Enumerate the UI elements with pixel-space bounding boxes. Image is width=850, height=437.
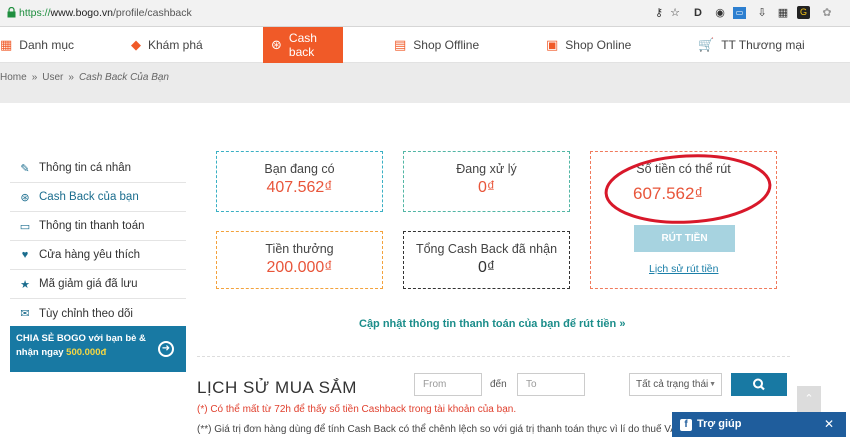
extension-download-icon[interactable]: ⇩ bbox=[754, 5, 770, 21]
sidebar-item-label: Thông tin cá nhân bbox=[39, 162, 132, 174]
help-label: Trợ giúp bbox=[697, 418, 742, 430]
withdrawable-value: 607.562₫ bbox=[633, 184, 704, 203]
scroll-top-button[interactable]: ⌃ bbox=[797, 386, 821, 412]
search-button[interactable] bbox=[731, 373, 787, 396]
arrow-right-icon: ➜ bbox=[158, 341, 174, 357]
bonus-value: 200.000₫ bbox=[266, 259, 333, 276]
sidebar-item-favorite-stores[interactable]: ♥ Cửa hàng yêu thích bbox=[10, 241, 186, 270]
url-text[interactable]: https://www.bogo.vn/profile/cashback bbox=[19, 7, 192, 19]
key-icon[interactable]: ⚷ bbox=[651, 5, 667, 21]
status-select[interactable]: Tất cả trạng thái ▼ bbox=[629, 373, 722, 396]
sidebar-item-label: Tùy chỉnh theo dõi bbox=[39, 307, 133, 320]
extension-cast-icon[interactable]: ▦ bbox=[775, 5, 791, 21]
mail-icon: ✉ bbox=[20, 308, 30, 320]
nav-cash-back[interactable]: ⊛ Cash back bbox=[263, 27, 343, 63]
processing-value: 0₫ bbox=[477, 179, 496, 196]
from-date-input[interactable]: From bbox=[414, 373, 482, 396]
sidebar-item-label: Mã giảm giá đã lưu bbox=[39, 278, 138, 290]
share-text-line1: CHIA SẺ BOGO với bạn bè & bbox=[16, 333, 146, 344]
browser-address-bar[interactable]: https://www.bogo.vn/profile/cashback ⚷ ☆… bbox=[0, 0, 850, 27]
nav-label: Shop Online bbox=[565, 38, 632, 52]
nav-label: TT Thương mại bbox=[721, 38, 805, 52]
status-select-value: Tất cả trạng thái bbox=[636, 379, 709, 390]
heart-icon: ♥ bbox=[21, 249, 29, 261]
processing-box: Đang xử lý 0₫ bbox=[403, 151, 570, 212]
extension-palette-icon[interactable]: ◉ bbox=[712, 5, 728, 21]
sidebar-item-cashback[interactable]: ⊛ Cash Back của bạn bbox=[10, 183, 186, 212]
nav-label: Khám phá bbox=[148, 38, 203, 52]
sidebar-item-label: Cash Back của bạn bbox=[39, 191, 139, 203]
help-widget[interactable]: f Trợ giúp ✕ bbox=[672, 412, 846, 437]
breadcrumb: Home» User» Cash Back Của Bạn bbox=[0, 72, 169, 83]
history-title: LỊCH SỬ MUA SẮM bbox=[197, 378, 357, 397]
history-note-1: (*) Có thể mất từ 72h để thấy số tiền Ca… bbox=[197, 404, 517, 415]
sidebar-item-label: Thông tin thanh toán bbox=[39, 220, 145, 232]
bag-icon: ▣ bbox=[546, 37, 559, 52]
balance-value: 407.562₫ bbox=[266, 179, 333, 196]
extension-d-icon[interactable]: D bbox=[690, 5, 706, 21]
nav-label: Shop Offline bbox=[413, 38, 480, 52]
to-label: đến bbox=[490, 379, 507, 390]
share-banner[interactable]: CHIA SẺ BOGO với bạn bè & nhận ngay 500.… bbox=[10, 326, 186, 372]
nav-label: Danh mục bbox=[19, 38, 74, 52]
balance-label: Bạn đang có bbox=[264, 162, 335, 176]
bookmark-star-icon[interactable]: ☆ bbox=[667, 5, 683, 21]
nav-shop-offline[interactable]: ▤ Shop Offline bbox=[394, 27, 479, 63]
main-nav: ▦ Danh mục ◆ Khám phá ⊛ Cash back ▤ Shop… bbox=[0, 27, 850, 63]
total-cashback-box: Tổng Cash Back đã nhận 0₫ bbox=[403, 231, 570, 289]
sidebar-item-payment-info[interactable]: ▭ Thông tin thanh toán bbox=[10, 212, 186, 241]
nav-label: Cash back bbox=[288, 31, 317, 59]
nav-tt-thuong-mai[interactable]: 🛒 TT Thương mại bbox=[698, 27, 805, 63]
sidebar-item-tracking[interactable]: ✉ Tùy chỉnh theo dõi bbox=[10, 299, 186, 328]
update-payment-link[interactable]: Cập nhật thông tin thanh toán của bạn để… bbox=[359, 318, 625, 330]
store-icon: ▤ bbox=[394, 37, 407, 52]
lock-icon bbox=[7, 7, 16, 18]
balance-box: Bạn đang có 407.562₫ bbox=[216, 151, 383, 212]
extension-settings-icon[interactable]: ✿ bbox=[819, 5, 835, 21]
breadcrumb-user[interactable]: User bbox=[42, 72, 63, 83]
tag-icon: ◆ bbox=[131, 37, 141, 52]
facebook-icon: f bbox=[680, 419, 692, 431]
search-icon bbox=[753, 378, 765, 391]
nav-kham-pha[interactable]: ◆ Khám phá bbox=[131, 27, 203, 63]
section-divider bbox=[197, 356, 790, 357]
extension-g-icon[interactable]: G bbox=[797, 6, 810, 19]
sidebar-item-label: Cửa hàng yêu thích bbox=[39, 249, 141, 261]
chevron-down-icon: ▼ bbox=[709, 381, 716, 388]
share-text-line2: nhận ngay 500.000đ bbox=[16, 347, 107, 358]
sidebar-item-saved-coupons[interactable]: ★ Mã giảm giá đã lưu bbox=[10, 270, 186, 299]
extension-screen-icon[interactable]: ▭ bbox=[733, 7, 746, 19]
cashback-icon: ⊛ bbox=[271, 37, 282, 52]
sidebar-item-personal-info[interactable]: ✎ Thông tin cá nhân bbox=[10, 154, 186, 183]
close-icon[interactable]: ✕ bbox=[824, 412, 834, 437]
bonus-box: Tiền thưởng 200.000₫ bbox=[216, 231, 383, 289]
cart-icon: 🛒 bbox=[698, 37, 715, 52]
chevron-up-icon: ⌃ bbox=[804, 393, 814, 405]
breadcrumb-home[interactable]: Home bbox=[0, 72, 27, 83]
breadcrumb-band bbox=[0, 63, 850, 103]
history-note-2: (**) Giá trị đơn hàng dùng để tính Cash … bbox=[197, 424, 683, 435]
cashback-icon: ⊛ bbox=[20, 191, 30, 204]
bonus-label: Tiền thưởng bbox=[265, 242, 334, 256]
star-icon: ★ bbox=[20, 278, 30, 291]
nav-shop-online[interactable]: ▣ Shop Online bbox=[546, 27, 631, 63]
total-cashback-value: 0₫ bbox=[477, 259, 496, 276]
nav-danh-muc[interactable]: ▦ Danh mục bbox=[0, 27, 74, 63]
processing-label: Đang xử lý bbox=[456, 162, 517, 176]
pencil-icon: ✎ bbox=[20, 162, 30, 175]
grid-icon: ▦ bbox=[0, 37, 13, 52]
share-amount: 500.000đ bbox=[66, 347, 107, 358]
withdraw-history-link[interactable]: Lịch sử rút tiền bbox=[649, 263, 718, 275]
breadcrumb-current: Cash Back Của Bạn bbox=[78, 72, 169, 83]
withdrawable-label: Số tiền có thể rút bbox=[636, 162, 731, 176]
withdraw-button[interactable]: RÚT TIỀN bbox=[634, 225, 735, 252]
card-icon: ▭ bbox=[19, 220, 31, 233]
total-cashback-label: Tổng Cash Back đã nhận bbox=[415, 242, 558, 256]
to-date-input[interactable]: To bbox=[517, 373, 585, 396]
